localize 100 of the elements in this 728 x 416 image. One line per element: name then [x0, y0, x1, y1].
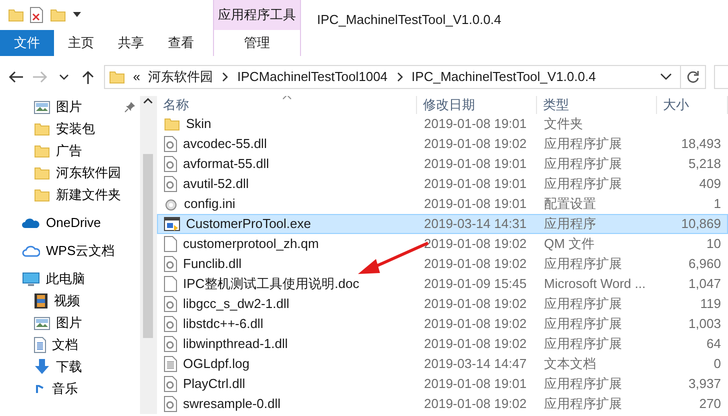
- nav-item[interactable]: 图片: [0, 312, 140, 334]
- chevron-right-icon[interactable]: [396, 72, 404, 82]
- breadcrumb-link[interactable]: IPCMachinelTestTool1004: [237, 67, 388, 87]
- file-row[interactable]: config.ini 2019-01-08 19:01 配置设置 1: [157, 194, 728, 214]
- cloud-icon: [22, 217, 40, 229]
- file-type: 应用程序扩展: [544, 296, 622, 312]
- file-row[interactable]: PlayCtrl.dll 2019-01-08 19:01 应用程序扩展 3,937: [157, 374, 728, 394]
- file-size: 6,960: [688, 256, 721, 272]
- blank-file-icon: [164, 276, 177, 292]
- scroll-up-icon[interactable]: [143, 96, 153, 106]
- file-name: PlayCtrl.dll: [183, 375, 246, 394]
- file-type: 应用程序扩展: [544, 376, 622, 392]
- file-name: Funclib.dll: [183, 255, 242, 274]
- document-icon: [34, 337, 46, 353]
- nav-item[interactable]: 安装包: [0, 118, 140, 140]
- modified-date: 2019-01-08 19:02: [424, 236, 527, 252]
- file-row[interactable]: Funclib.dll 2019-01-08 19:02 应用程序扩展 6,960: [157, 254, 728, 274]
- file-name: libstdc++-6.dll: [183, 315, 264, 334]
- nav-item[interactable]: WPS云文档: [0, 240, 140, 262]
- file-type: QM 文件: [544, 236, 595, 252]
- file-name: Skin: [186, 115, 212, 134]
- text-file-icon: [164, 356, 177, 372]
- nav-item[interactable]: 此电脑: [0, 268, 140, 290]
- file-row[interactable]: IPC整机测试工具使用说明.doc 2019-01-09 15:45 Microsoft Word ... 1,047: [157, 274, 728, 294]
- file-type: 应用程序扩展: [544, 336, 622, 352]
- file-type: 应用程序: [544, 216, 596, 232]
- picture-icon: [34, 316, 50, 330]
- monitor-icon: [22, 272, 40, 286]
- column-header[interactable]: 类型: [537, 96, 657, 114]
- file-row[interactable]: OGLdpf.log 2019-03-14 14:47 文本文档 0: [157, 354, 728, 374]
- ribbon-tab[interactable]: 共享: [108, 30, 154, 56]
- file-type: Microsoft Word ...: [544, 276, 646, 292]
- folder-icon: [34, 122, 50, 136]
- context-tab-label: 应用程序工具: [214, 0, 300, 30]
- column-header[interactable]: 名称: [157, 96, 417, 114]
- file-size: 10,869: [681, 216, 721, 232]
- modified-date: 2019-01-08 19:02: [424, 296, 527, 312]
- file-row[interactable]: Skin 2019-01-08 19:01 文件夹: [157, 114, 728, 134]
- file-row[interactable]: libgcc_s_dw2-1.dll 2019-01-08 19:02 应用程序扩展 119: [157, 294, 728, 314]
- folder-icon: [34, 166, 50, 180]
- up-arrow-icon: [80, 70, 96, 84]
- scrollbar-thumb[interactable]: [143, 154, 153, 338]
- file-size: 5,218: [688, 156, 721, 172]
- music-note-icon: [34, 385, 46, 393]
- nav-item[interactable]: 图片: [0, 96, 140, 118]
- file-name: IPC整机测试工具使用说明.doc: [183, 275, 360, 294]
- ribbon-tab[interactable]: 管理: [214, 30, 300, 56]
- ribbon-tab[interactable]: 查看: [158, 30, 204, 56]
- file-size: 1,047: [688, 276, 721, 292]
- film-icon: [34, 293, 48, 309]
- up-button[interactable]: [80, 70, 96, 84]
- overflow-chevron[interactable]: «: [133, 67, 140, 87]
- blank-file-icon: [164, 236, 177, 252]
- dropdown-caret-icon[interactable]: [660, 73, 672, 81]
- file-row[interactable]: customerprotool_zh.qm 2019-01-08 19:02 QM 文件 10: [157, 234, 728, 254]
- nav-item[interactable]: 河东软件园: [0, 162, 140, 184]
- file-row[interactable]: avutil-52.dll 2019-01-08 19:01 应用程序扩展 409: [157, 174, 728, 194]
- properties-icon[interactable]: [30, 7, 44, 23]
- file-name: CustomerProTool.exe: [186, 215, 311, 234]
- nav-item[interactable]: 下载: [0, 356, 140, 378]
- modified-date: 2019-01-08 19:02: [424, 256, 527, 272]
- nav-item[interactable]: 文档: [0, 334, 140, 356]
- file-row[interactable]: avformat-55.dll 2019-01-08 19:01 应用程序扩展 5,218: [157, 154, 728, 174]
- nav-item[interactable]: OneDrive: [0, 212, 140, 234]
- file-size: 119: [700, 296, 721, 312]
- breadcrumb-link[interactable]: 河东软件园: [148, 67, 214, 87]
- nav-item[interactable]: 广告: [0, 140, 140, 162]
- file-size: 18,493: [681, 136, 721, 152]
- file-row[interactable]: avcodec-55.dll 2019-01-08 19:02 应用程序扩展 18,493: [157, 134, 728, 154]
- breadcrumb-link[interactable]: IPC_MachinelTestTool_V1.0.0.4: [412, 67, 596, 87]
- modified-date: 2019-01-08 19:02: [424, 316, 527, 332]
- refresh-icon: [686, 70, 700, 84]
- column-header[interactable]: 修改日期: [417, 96, 537, 114]
- file-name: avformat-55.dll: [183, 155, 269, 174]
- file-name: libwinpthread-1.dll: [183, 335, 288, 354]
- file-row[interactable]: swresample-0.dll 2019-01-08 19:02 应用程序扩展 270: [157, 394, 728, 414]
- modified-date: 2019-03-14 14:47: [424, 356, 527, 372]
- nav-item[interactable]: 视频: [0, 290, 140, 312]
- modified-date: 2019-01-08 19:01: [424, 196, 527, 212]
- nav-item[interactable]: 新建文件夹: [0, 184, 140, 206]
- back-button[interactable]: [8, 70, 24, 84]
- file-type: 文本文档: [544, 356, 596, 372]
- column-header[interactable]: 大小: [657, 96, 728, 114]
- address-field[interactable]: « 河东软件园 IPCMachinelTestTool1004 IPC_MachinelTestTool_V1.0.0.4: [104, 65, 706, 89]
- folder-icon: [164, 117, 180, 131]
- scrollbar[interactable]: [140, 96, 156, 414]
- download-arrow-icon: [34, 359, 50, 375]
- application-window-icon: [164, 217, 180, 231]
- nav-item[interactable]: 音乐: [0, 378, 140, 400]
- dropdown-caret-icon[interactable]: [72, 11, 82, 19]
- folder-icon: [34, 144, 50, 158]
- ribbon-tab[interactable]: 主页: [58, 30, 104, 56]
- file-row[interactable]: libwinpthread-1.dll 2019-01-08 19:02 应用程序扩展 64: [157, 334, 728, 354]
- file-row[interactable]: libstdc++-6.dll 2019-01-08 19:02 应用程序扩展 1,003: [157, 314, 728, 334]
- chevron-right-icon[interactable]: [221, 72, 230, 82]
- modified-date: 2019-01-08 19:02: [424, 396, 527, 412]
- file-row[interactable]: CustomerProTool.exe 2019-03-14 14:31 应用程序 10,869: [157, 214, 728, 234]
- folder-icon: [109, 70, 125, 84]
- search-field[interactable]: [714, 65, 728, 89]
- modified-date: 2019-01-08 19:01: [424, 376, 527, 392]
